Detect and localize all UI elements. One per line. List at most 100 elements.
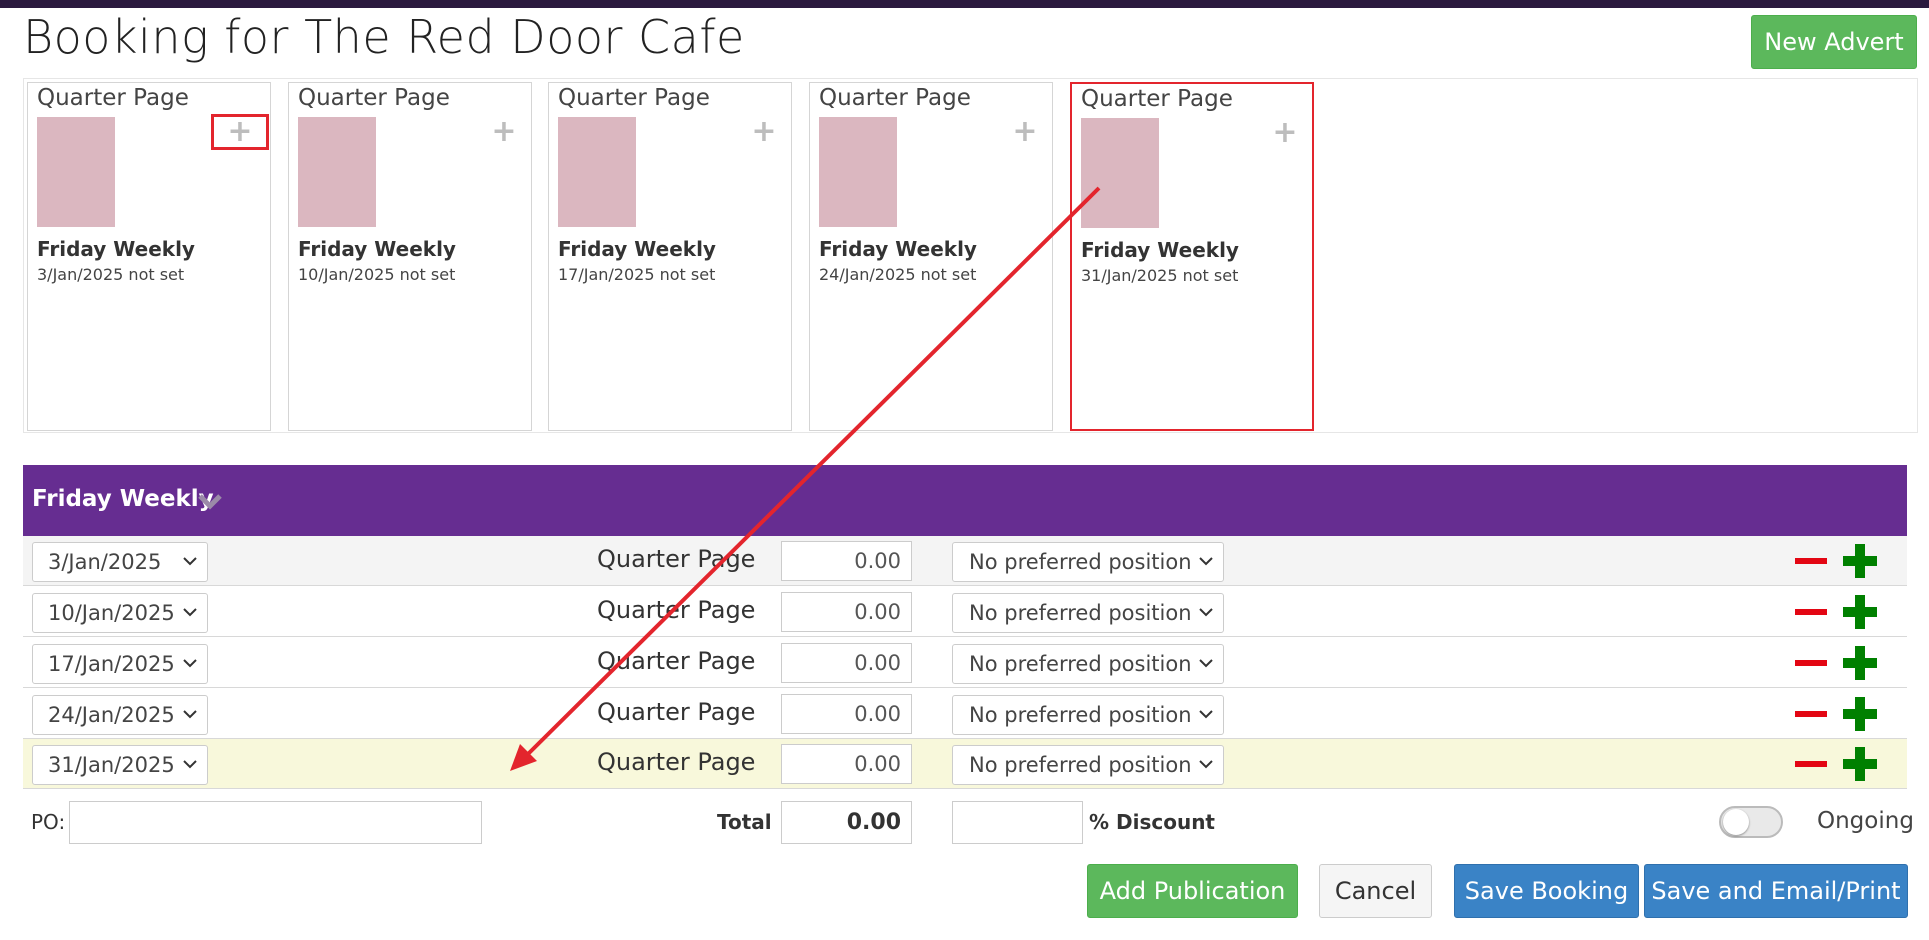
chevron-down-icon (183, 659, 197, 668)
add-row-plus-icon[interactable] (1843, 595, 1877, 629)
advert-date-status: 17/Jan/2025 not set (558, 265, 716, 284)
advert-card-selected[interactable]: Quarter Page + Friday Weekly 31/Jan/2025… (1070, 82, 1314, 431)
position-select[interactable]: No preferred position (952, 542, 1224, 582)
remove-row-minus-icon[interactable] (1795, 609, 1827, 615)
price-input[interactable]: 0.00 (781, 592, 912, 632)
advert-publication: Friday Weekly (37, 237, 195, 261)
issue-date-select[interactable]: 31/Jan/2025 (32, 745, 208, 785)
advert-card[interactable]: Quarter Page + Friday Weekly 10/Jan/2025… (288, 82, 532, 431)
advert-size: Quarter Page (558, 85, 710, 111)
ad-size-label: Quarter Page (597, 748, 756, 776)
chevron-down-icon (183, 608, 197, 617)
advert-publication: Friday Weekly (558, 237, 716, 261)
cancel-button[interactable]: Cancel (1319, 864, 1432, 918)
add-row-plus-icon[interactable] (1843, 646, 1877, 680)
price-input[interactable]: 0.00 (781, 643, 912, 683)
advert-size: Quarter Page (37, 85, 189, 111)
remove-row-minus-icon[interactable] (1795, 660, 1827, 666)
add-row-plus-icon[interactable] (1843, 697, 1877, 731)
advert-publication: Friday Weekly (1081, 238, 1239, 262)
position-select[interactable]: No preferred position (952, 593, 1224, 633)
advert-thumbnail[interactable] (819, 117, 897, 227)
chevron-down-icon (1199, 659, 1213, 668)
booking-row: 3/Jan/2025 Quarter Page 0.00 No preferre… (23, 536, 1907, 586)
position-select[interactable]: No preferred position (952, 644, 1224, 684)
top-bar (0, 0, 1929, 8)
advert-thumbnail[interactable] (558, 117, 636, 227)
add-row-plus-icon[interactable] (1843, 747, 1877, 781)
position-value: No preferred position (969, 601, 1192, 625)
chevron-down-icon (183, 557, 197, 566)
remove-row-minus-icon[interactable] (1795, 558, 1827, 564)
booking-row-highlighted: 31/Jan/2025 Quarter Page 0.00 No preferr… (23, 739, 1907, 789)
ongoing-label: Ongoing (1817, 808, 1914, 834)
po-input[interactable] (69, 801, 482, 844)
issue-date-value: 24/Jan/2025 (48, 703, 175, 727)
advert-date-status: 10/Jan/2025 not set (298, 265, 456, 284)
total-label: Total (717, 810, 772, 834)
advert-thumbnail[interactable] (37, 117, 115, 227)
discount-input[interactable] (952, 801, 1083, 844)
price-input[interactable]: 0.00 (781, 541, 912, 581)
chevron-down-icon (1199, 710, 1213, 719)
add-advert-plus-icon[interactable]: + (1270, 118, 1300, 148)
advert-card[interactable]: Quarter Page + Friday Weekly 17/Jan/2025… (548, 82, 792, 431)
issue-date-value: 17/Jan/2025 (48, 652, 175, 676)
advert-publication: Friday Weekly (298, 237, 456, 261)
add-advert-plus-icon[interactable]: + (489, 117, 519, 147)
advert-date-status: 31/Jan/2025 not set (1081, 266, 1239, 285)
advert-thumbnail[interactable] (298, 117, 376, 227)
advert-publication: Friday Weekly (819, 237, 977, 261)
advert-card[interactable]: Quarter Page + Friday Weekly 3/Jan/2025 … (27, 82, 271, 431)
issue-date-value: 31/Jan/2025 (48, 753, 175, 777)
po-label: PO: (31, 810, 66, 834)
advert-size: Quarter Page (1081, 86, 1233, 112)
issue-date-select[interactable]: 3/Jan/2025 (32, 542, 208, 582)
price-input[interactable]: 0.00 (781, 744, 912, 784)
toggle-knob (1723, 809, 1749, 835)
position-select[interactable]: No preferred position (952, 695, 1224, 735)
chevron-down-icon (183, 760, 197, 769)
position-value: No preferred position (969, 703, 1192, 727)
issue-date-select[interactable]: 10/Jan/2025 (32, 593, 208, 633)
ad-size-label: Quarter Page (597, 596, 756, 624)
add-advert-plus-icon[interactable]: + (211, 114, 269, 150)
advert-size: Quarter Page (819, 85, 971, 111)
advert-thumbnail[interactable] (1081, 118, 1159, 228)
price-input[interactable]: 0.00 (781, 694, 912, 734)
add-advert-plus-icon[interactable]: + (1010, 117, 1040, 147)
ad-size-label: Quarter Page (597, 647, 756, 675)
page-title: Booking for The Red Door Cafe (23, 10, 745, 64)
issue-date-select[interactable]: 17/Jan/2025 (32, 644, 208, 684)
add-publication-button[interactable]: Add Publication (1087, 864, 1298, 918)
chevron-down-icon (183, 710, 197, 719)
remove-row-minus-icon[interactable] (1795, 711, 1827, 717)
save-email-print-button[interactable]: Save and Email/Print (1644, 864, 1908, 918)
ongoing-toggle[interactable] (1719, 806, 1783, 838)
booking-row: 24/Jan/2025 Quarter Page 0.00 No preferr… (23, 689, 1907, 739)
advert-size: Quarter Page (298, 85, 450, 111)
booking-row: 17/Jan/2025 Quarter Page 0.00 No preferr… (23, 638, 1907, 688)
chevron-down-icon (1199, 760, 1213, 769)
section-title: Friday Weekly (32, 486, 214, 512)
position-select[interactable]: No preferred position (952, 745, 1224, 785)
position-value: No preferred position (969, 550, 1192, 574)
save-booking-button[interactable]: Save Booking (1454, 864, 1639, 918)
chevron-down-icon (1199, 608, 1213, 617)
chevron-down-icon (1199, 557, 1213, 566)
ad-size-label: Quarter Page (597, 545, 756, 573)
remove-row-minus-icon[interactable] (1795, 761, 1827, 767)
advert-date-status: 24/Jan/2025 not set (819, 265, 977, 284)
add-advert-plus-icon[interactable]: + (749, 117, 779, 147)
publication-section-header[interactable]: Friday Weekly (23, 465, 1907, 536)
add-row-plus-icon[interactable] (1843, 544, 1877, 578)
booking-row: 10/Jan/2025 Quarter Page 0.00 No preferr… (23, 587, 1907, 637)
position-value: No preferred position (969, 652, 1192, 676)
new-advert-button[interactable]: New Advert (1751, 15, 1917, 69)
ad-size-label: Quarter Page (597, 698, 756, 726)
issue-date-select[interactable]: 24/Jan/2025 (32, 695, 208, 735)
chevron-down-icon[interactable] (197, 491, 223, 511)
advert-card[interactable]: Quarter Page + Friday Weekly 24/Jan/2025… (809, 82, 1053, 431)
discount-label: % Discount (1089, 810, 1215, 834)
issue-date-value: 3/Jan/2025 (48, 550, 162, 574)
